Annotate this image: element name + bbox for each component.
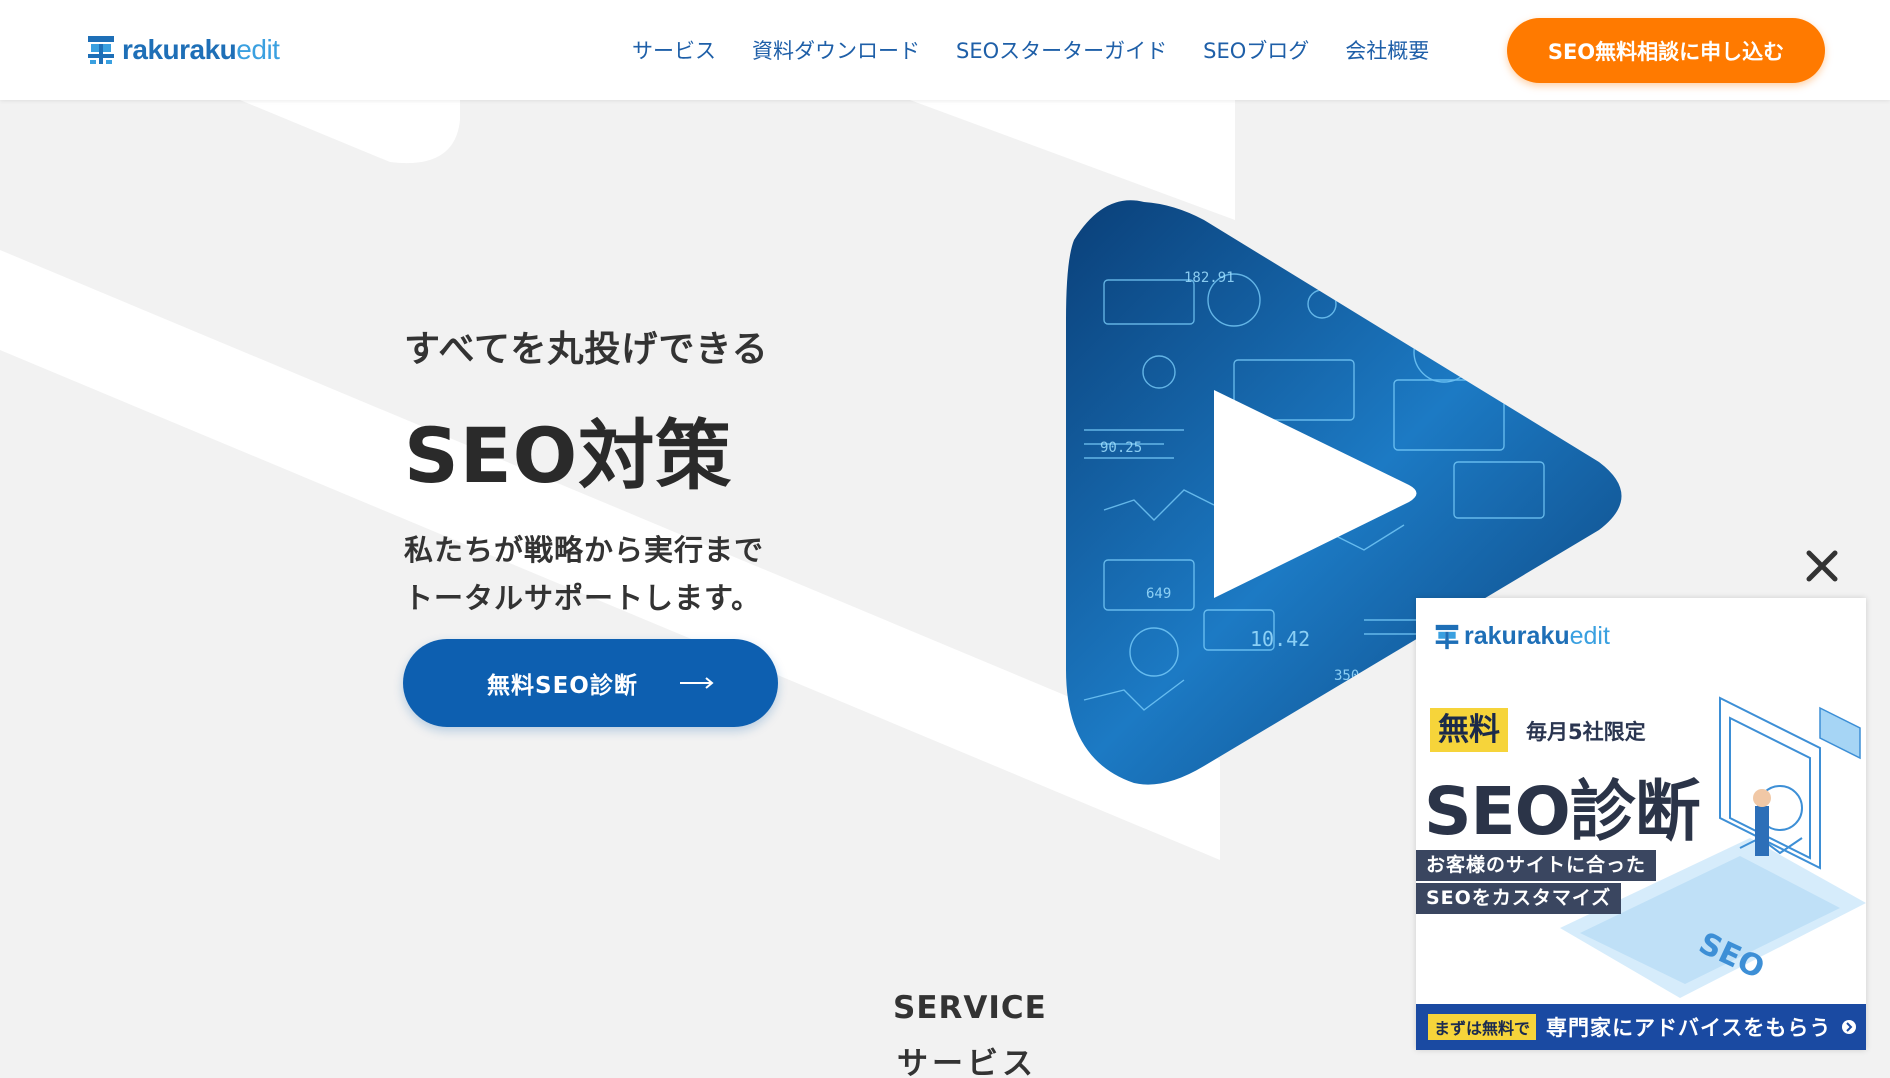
service-title-en: SERVICE bbox=[893, 990, 1047, 1026]
site-logo[interactable]: rakurakuedit bbox=[86, 34, 280, 66]
graphic-label-2: 90.25 bbox=[1100, 440, 1142, 456]
close-icon[interactable] bbox=[1804, 548, 1840, 584]
limited-offer-text: 毎月5社限定 bbox=[1526, 720, 1646, 744]
logo-icon bbox=[1435, 624, 1459, 649]
logo-text: rakurakuedit bbox=[122, 34, 280, 65]
nav-seo-blog[interactable]: SEOブログ bbox=[1203, 35, 1309, 65]
nav-seo-starter-guide[interactable]: SEOスターターガイド bbox=[956, 35, 1167, 65]
graphic-label-1: 182.91 bbox=[1184, 270, 1235, 286]
chevron-circle-icon bbox=[1842, 1020, 1857, 1034]
site-header: rakurakuedit サービス 資料ダウンロード SEOスターターガイド S… bbox=[0, 0, 1890, 100]
popup-logo: rakurakuedit bbox=[1434, 622, 1610, 651]
nav-downloads[interactable]: 資料ダウンロード bbox=[752, 35, 920, 65]
hero-description: 私たちが戦略から実行まで トータルサポートします。 bbox=[404, 526, 769, 622]
logo-icon bbox=[88, 36, 114, 64]
hero-description-line-2: トータルサポートします。 bbox=[404, 581, 762, 615]
service-title-ja: サービス bbox=[897, 1046, 1037, 1078]
hero-title: SEO対策 bbox=[404, 411, 733, 500]
graphic-label-4: 10.42 bbox=[1250, 627, 1310, 651]
popup-footer-text: 専門家にアドバイスをもらう bbox=[1546, 1016, 1832, 1040]
free-seo-diagnosis-label: 無料SEO診断 bbox=[487, 673, 638, 699]
popup-title: SEO診断 bbox=[1424, 773, 1701, 850]
free-badge: 無料 bbox=[1430, 708, 1508, 752]
nav-company[interactable]: 会社概要 bbox=[1345, 35, 1429, 65]
hero-section: すべてを丸投げできる SEO対策 私たちが戦略から実行まで トータルサポートしま… bbox=[404, 320, 769, 622]
graphic-label-3: 649 bbox=[1146, 586, 1171, 602]
popup-tagline-1: お客様のサイトに合った bbox=[1416, 850, 1657, 881]
seo-consultation-button[interactable]: SEO無料相談に申し込む bbox=[1507, 18, 1825, 83]
hero-description-line-1: 私たちが戦略から実行まで bbox=[404, 533, 765, 567]
popup-footer-badge: まずは無料で bbox=[1428, 1014, 1537, 1040]
nav-services[interactable]: サービス bbox=[632, 35, 716, 65]
main-nav: サービス 資料ダウンロード SEOスターターガイド SEOブログ 会社概要 bbox=[632, 0, 1429, 100]
hero-subtitle: すべてを丸投げできる bbox=[404, 329, 769, 370]
popup-tagline-2: SEOをカスタマイズ bbox=[1416, 883, 1622, 914]
arrow-right-icon bbox=[679, 677, 714, 689]
graphic-label-5: 350 bbox=[1334, 668, 1359, 684]
seo-diagnosis-popup[interactable]: SEO rakurakuedit 無料 毎月5社限定 SEO診断 お客様のサイト… bbox=[1416, 598, 1866, 1050]
free-seo-diagnosis-button[interactable]: 無料SEO診断 bbox=[403, 639, 778, 727]
popup-advice-link[interactable]: まずは無料で 専門家にアドバイスをもらう bbox=[1416, 1004, 1866, 1050]
